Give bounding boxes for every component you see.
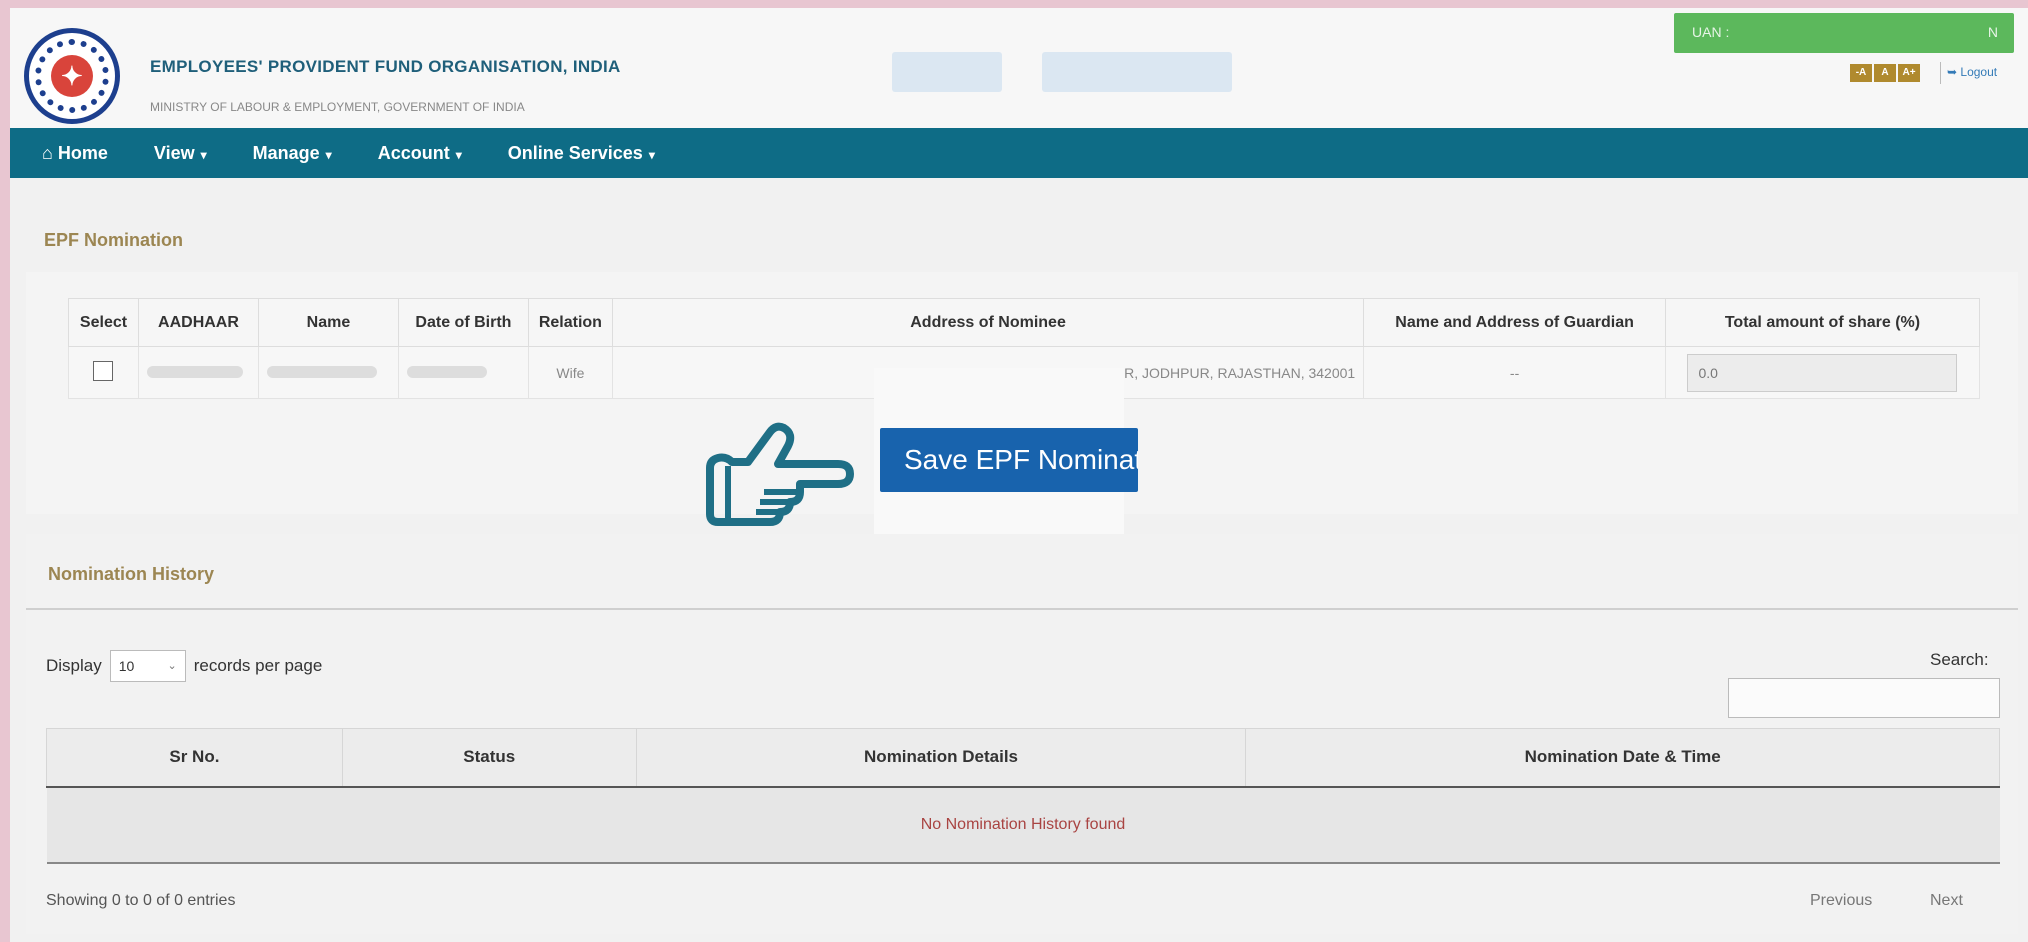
col-sr-no[interactable]: Sr No.: [46, 728, 343, 788]
redacted-name: [266, 365, 377, 378]
empty-message: No Nomination History found: [46, 786, 2000, 864]
site-header: ✦ EMPLOYEES' PROVIDENT FUND ORGANISATION…: [10, 8, 2028, 128]
next-button[interactable]: Next: [1930, 892, 1963, 910]
font-decrease-button[interactable]: -A: [1850, 64, 1872, 82]
col-relation: Relation: [527, 298, 613, 347]
org-title: EMPLOYEES' PROVIDENT FUND ORGANISATION, …: [150, 57, 621, 76]
save-epf-nomination-button[interactable]: Save EPF Nomination: [880, 428, 1138, 492]
share-cell: [1664, 346, 1981, 399]
aadhaar-cell: [137, 346, 259, 399]
blurred-header-button[interactable]: [892, 52, 1002, 92]
dob-cell: [397, 346, 529, 399]
nav-home[interactable]: ⌂ Home: [42, 143, 108, 164]
pointing-hand-icon: [706, 422, 854, 526]
share-input[interactable]: [1687, 353, 1958, 392]
redacted-dob: [406, 365, 487, 378]
nav-online-services[interactable]: Online Services ▾: [508, 143, 655, 164]
guardian-cell: --: [1363, 346, 1666, 399]
col-nomination-details[interactable]: Nomination Details: [635, 728, 1247, 788]
section-divider: [26, 608, 2018, 610]
font-size-controls: -A A A+: [1850, 64, 1920, 82]
table-header-row: Select AADHAAR Name Date of Birth Relati…: [68, 298, 1981, 347]
nav-view-label: View: [153, 142, 195, 163]
blurred-header-button-2[interactable]: [1042, 52, 1232, 92]
caret-down-icon: ▾: [200, 147, 207, 162]
nav-online-services-label: Online Services: [507, 142, 643, 163]
nav-account-label: Account: [377, 142, 450, 163]
epfo-logo: ✦: [24, 28, 120, 124]
search-label: Search:: [1930, 650, 1989, 669]
uan-bar: UAN : N: [1674, 13, 2014, 53]
select-cell: [68, 346, 139, 399]
name-cell: [257, 346, 399, 399]
search-input[interactable]: [1728, 678, 2000, 718]
col-select: Select: [68, 298, 139, 347]
page-size-control: Display 10 ⌄ records per page: [46, 650, 322, 682]
caret-down-icon: ▾: [455, 147, 462, 162]
font-normal-button[interactable]: A: [1874, 64, 1896, 82]
nav-manage-label: Manage: [252, 142, 320, 163]
logout-link[interactable]: ➥ Logout: [1947, 65, 1997, 79]
nav-account[interactable]: Account ▾: [378, 143, 462, 164]
table-header-row: Sr No. Status Nomination Details Nominat…: [46, 728, 2000, 788]
app-frame: ✦ EMPLOYEES' PROVIDENT FUND ORGANISATION…: [10, 8, 2028, 942]
nav-manage[interactable]: Manage ▾: [253, 143, 332, 164]
logout-label: Logout: [1960, 65, 1998, 79]
col-aadhaar: AADHAAR: [137, 298, 259, 347]
uan-value: N: [1987, 24, 1998, 40]
chevron-down-icon: ⌄: [167, 660, 177, 672]
col-status[interactable]: Status: [341, 728, 637, 788]
col-guardian: Name and Address of Guardian: [1363, 298, 1666, 347]
entries-info: Showing 0 to 0 of 0 entries: [46, 892, 236, 909]
nomination-history-title: Nomination History: [48, 564, 215, 584]
nav-home-label: Home: [57, 142, 108, 163]
relation-cell: Wife: [527, 346, 613, 399]
nav-view[interactable]: View ▾: [154, 143, 207, 164]
previous-button[interactable]: Previous: [1810, 892, 1872, 910]
font-increase-button[interactable]: A+: [1898, 64, 1920, 82]
page-size-value: 10: [118, 658, 135, 674]
col-address: Address of Nominee: [611, 298, 1365, 347]
epf-nomination-title: EPF Nomination: [44, 230, 183, 250]
caret-down-icon: ▾: [325, 147, 332, 162]
uan-label: UAN :: [1692, 24, 1730, 40]
home-icon: ⌂: [42, 142, 53, 163]
col-nomination-date[interactable]: Nomination Date & Time: [1245, 728, 2000, 788]
divider: [1940, 62, 1941, 84]
history-table: Sr No. Status Nomination Details Nominat…: [46, 728, 2000, 864]
caret-down-icon: ▾: [648, 147, 655, 162]
logout-icon: ➥: [1947, 65, 1958, 79]
page-size-select[interactable]: 10 ⌄: [109, 650, 186, 682]
col-dob: Date of Birth: [397, 298, 529, 347]
main-nav: ⌂ Home View ▾ Manage ▾ Account ▾ Online Ser…: [10, 128, 2028, 178]
logo-mark-icon: ✦: [61, 61, 83, 91]
records-label: records per page: [193, 656, 323, 675]
col-name: Name: [257, 298, 399, 347]
select-checkbox[interactable]: [93, 361, 114, 381]
redacted-aadhaar: [146, 365, 243, 378]
table-row: No Nomination History found: [46, 786, 2000, 864]
col-share: Total amount of share (%): [1664, 298, 1981, 347]
display-label: Display: [46, 656, 102, 675]
org-subtitle: MINISTRY OF LABOUR & EMPLOYMENT, GOVERNM…: [150, 100, 525, 114]
